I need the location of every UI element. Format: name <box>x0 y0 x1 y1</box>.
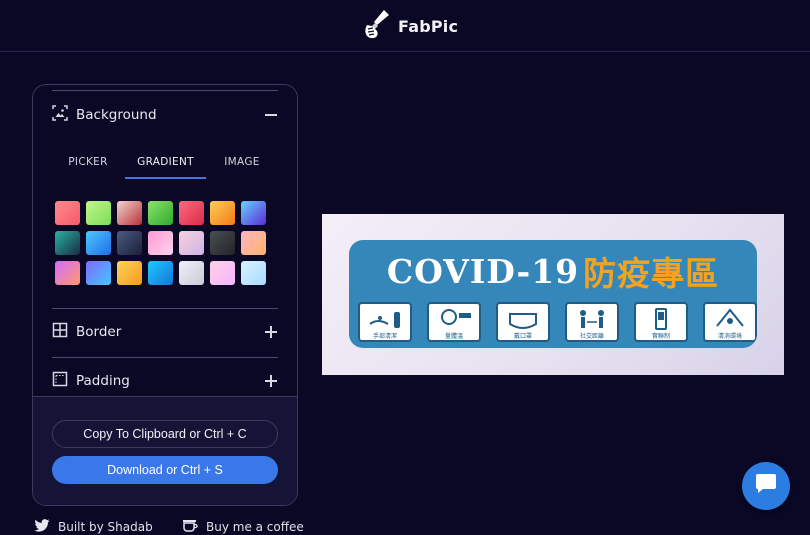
chat-button[interactable] <box>742 462 790 510</box>
background-label: Background <box>76 107 157 123</box>
tile-caption: 清消環境 <box>717 332 742 340</box>
gradient-swatch[interactable] <box>179 261 204 285</box>
banner-tile: 戴口罩 <box>496 302 550 342</box>
expand-icon[interactable] <box>264 374 278 388</box>
pictogram-icon <box>655 308 667 330</box>
gradient-swatch[interactable] <box>241 231 266 255</box>
gradient-swatch[interactable] <box>241 261 266 285</box>
padding-icon <box>52 371 68 391</box>
gradient-swatch[interactable] <box>55 201 80 225</box>
pictogram-icon <box>509 313 537 329</box>
gradient-swatch[interactable] <box>117 231 142 255</box>
covid-banner-image: COVID-19 防疫專區 手部清潔 量體溫 戴口罩 社交距離 實聯制 清消環境 <box>349 240 757 348</box>
banner-tiles: 手部清潔 量體溫 戴口罩 社交距離 實聯制 清消環境 <box>355 300 757 346</box>
gradient-swatch[interactable] <box>148 261 173 285</box>
pictogram-icon <box>441 309 471 325</box>
coffee-cup-icon <box>182 519 198 535</box>
copy-to-clipboard-button[interactable]: Copy To Clipboard or Ctrl + C <box>52 420 278 448</box>
gradient-swatch[interactable] <box>55 261 80 285</box>
gradient-swatch[interactable] <box>210 231 235 255</box>
app-name: FabPic <box>398 16 459 36</box>
coffee-link[interactable]: Buy me a coffee <box>182 518 304 535</box>
gradient-swatch[interactable] <box>117 201 142 225</box>
border-grid-icon <box>52 322 68 342</box>
twitter-icon <box>34 518 50 535</box>
tab-picker-label: PICKER <box>68 156 108 168</box>
padding-label: Padding <box>76 373 130 389</box>
gradient-swatch[interactable] <box>179 231 204 255</box>
pictogram-icon <box>716 308 744 327</box>
gradient-swatch[interactable] <box>241 201 266 225</box>
banner-tile: 量體溫 <box>427 302 481 342</box>
download-button[interactable]: Download or Ctrl + S <box>52 456 278 484</box>
background-tabs: PICKER GRADIENT IMAGE <box>52 145 278 179</box>
tile-caption: 社交距離 <box>579 332 604 340</box>
gradient-swatches <box>55 201 266 285</box>
banner-tile: 手部清潔 <box>358 302 412 342</box>
panel-actions: Copy To Clipboard or Ctrl + C Download o… <box>33 396 297 505</box>
divider <box>52 90 278 91</box>
gradient-swatch[interactable] <box>86 201 111 225</box>
divider <box>52 357 278 358</box>
gradient-swatch[interactable] <box>117 261 142 285</box>
brush-logo-icon <box>362 8 392 44</box>
coffee-label: Buy me a coffee <box>206 520 304 534</box>
gradient-swatch[interactable] <box>148 231 173 255</box>
tile-caption: 量體溫 <box>444 332 463 340</box>
built-by-label: Built by Shadab <box>58 520 153 534</box>
gradient-swatch[interactable] <box>55 231 80 255</box>
divider <box>52 308 278 309</box>
border-section-header[interactable]: Border <box>52 320 278 344</box>
brand[interactable]: FabPic <box>362 9 458 43</box>
tab-image-label: IMAGE <box>224 156 260 168</box>
panel-scroll-area[interactable]: Background PICKER GRADIENT IMAGE Border … <box>33 85 297 395</box>
background-section-header[interactable]: Background <box>52 103 278 127</box>
gradient-swatch[interactable] <box>86 231 111 255</box>
tab-picker[interactable]: PICKER <box>52 145 124 179</box>
gradient-swatch[interactable] <box>148 201 173 225</box>
banner-tile: 社交距離 <box>565 302 619 342</box>
banner-title-latin: COVID-19 <box>386 251 580 291</box>
image-preview: COVID-19 防疫專區 手部清潔 量體溫 戴口罩 社交距離 實聯制 清消環境 <box>322 214 784 375</box>
expand-icon[interactable] <box>264 325 278 339</box>
gradient-swatch[interactable] <box>210 201 235 225</box>
padding-section-header[interactable]: Padding <box>52 369 278 393</box>
tile-caption: 戴口罩 <box>513 332 532 340</box>
tab-gradient[interactable]: GRADIENT <box>125 145 206 179</box>
gradient-swatch[interactable] <box>86 261 111 285</box>
tab-image[interactable]: IMAGE <box>206 145 278 179</box>
banner-tile: 清消環境 <box>703 302 757 342</box>
banner-tile: 實聯制 <box>634 302 688 342</box>
pictogram-icon <box>580 310 604 328</box>
pictogram-icon <box>369 312 400 328</box>
collapse-icon[interactable] <box>264 108 278 122</box>
border-label: Border <box>76 324 122 340</box>
image-frame-icon <box>52 105 68 125</box>
built-by-link[interactable]: Built by Shadab <box>34 518 153 535</box>
chat-bubble-icon <box>754 473 778 499</box>
tile-caption: 手部清潔 <box>372 332 397 340</box>
tile-caption: 實聯制 <box>651 332 670 340</box>
gradient-swatch[interactable] <box>210 261 235 285</box>
app-header: FabPic <box>0 0 810 52</box>
gradient-swatch[interactable] <box>179 201 204 225</box>
banner-title-cjk: 防疫專區 <box>583 254 720 293</box>
tab-gradient-label: GRADIENT <box>137 156 194 168</box>
control-panel: Background PICKER GRADIENT IMAGE Border … <box>32 84 298 506</box>
banner-title: COVID-19 防疫專區 <box>349 246 757 296</box>
